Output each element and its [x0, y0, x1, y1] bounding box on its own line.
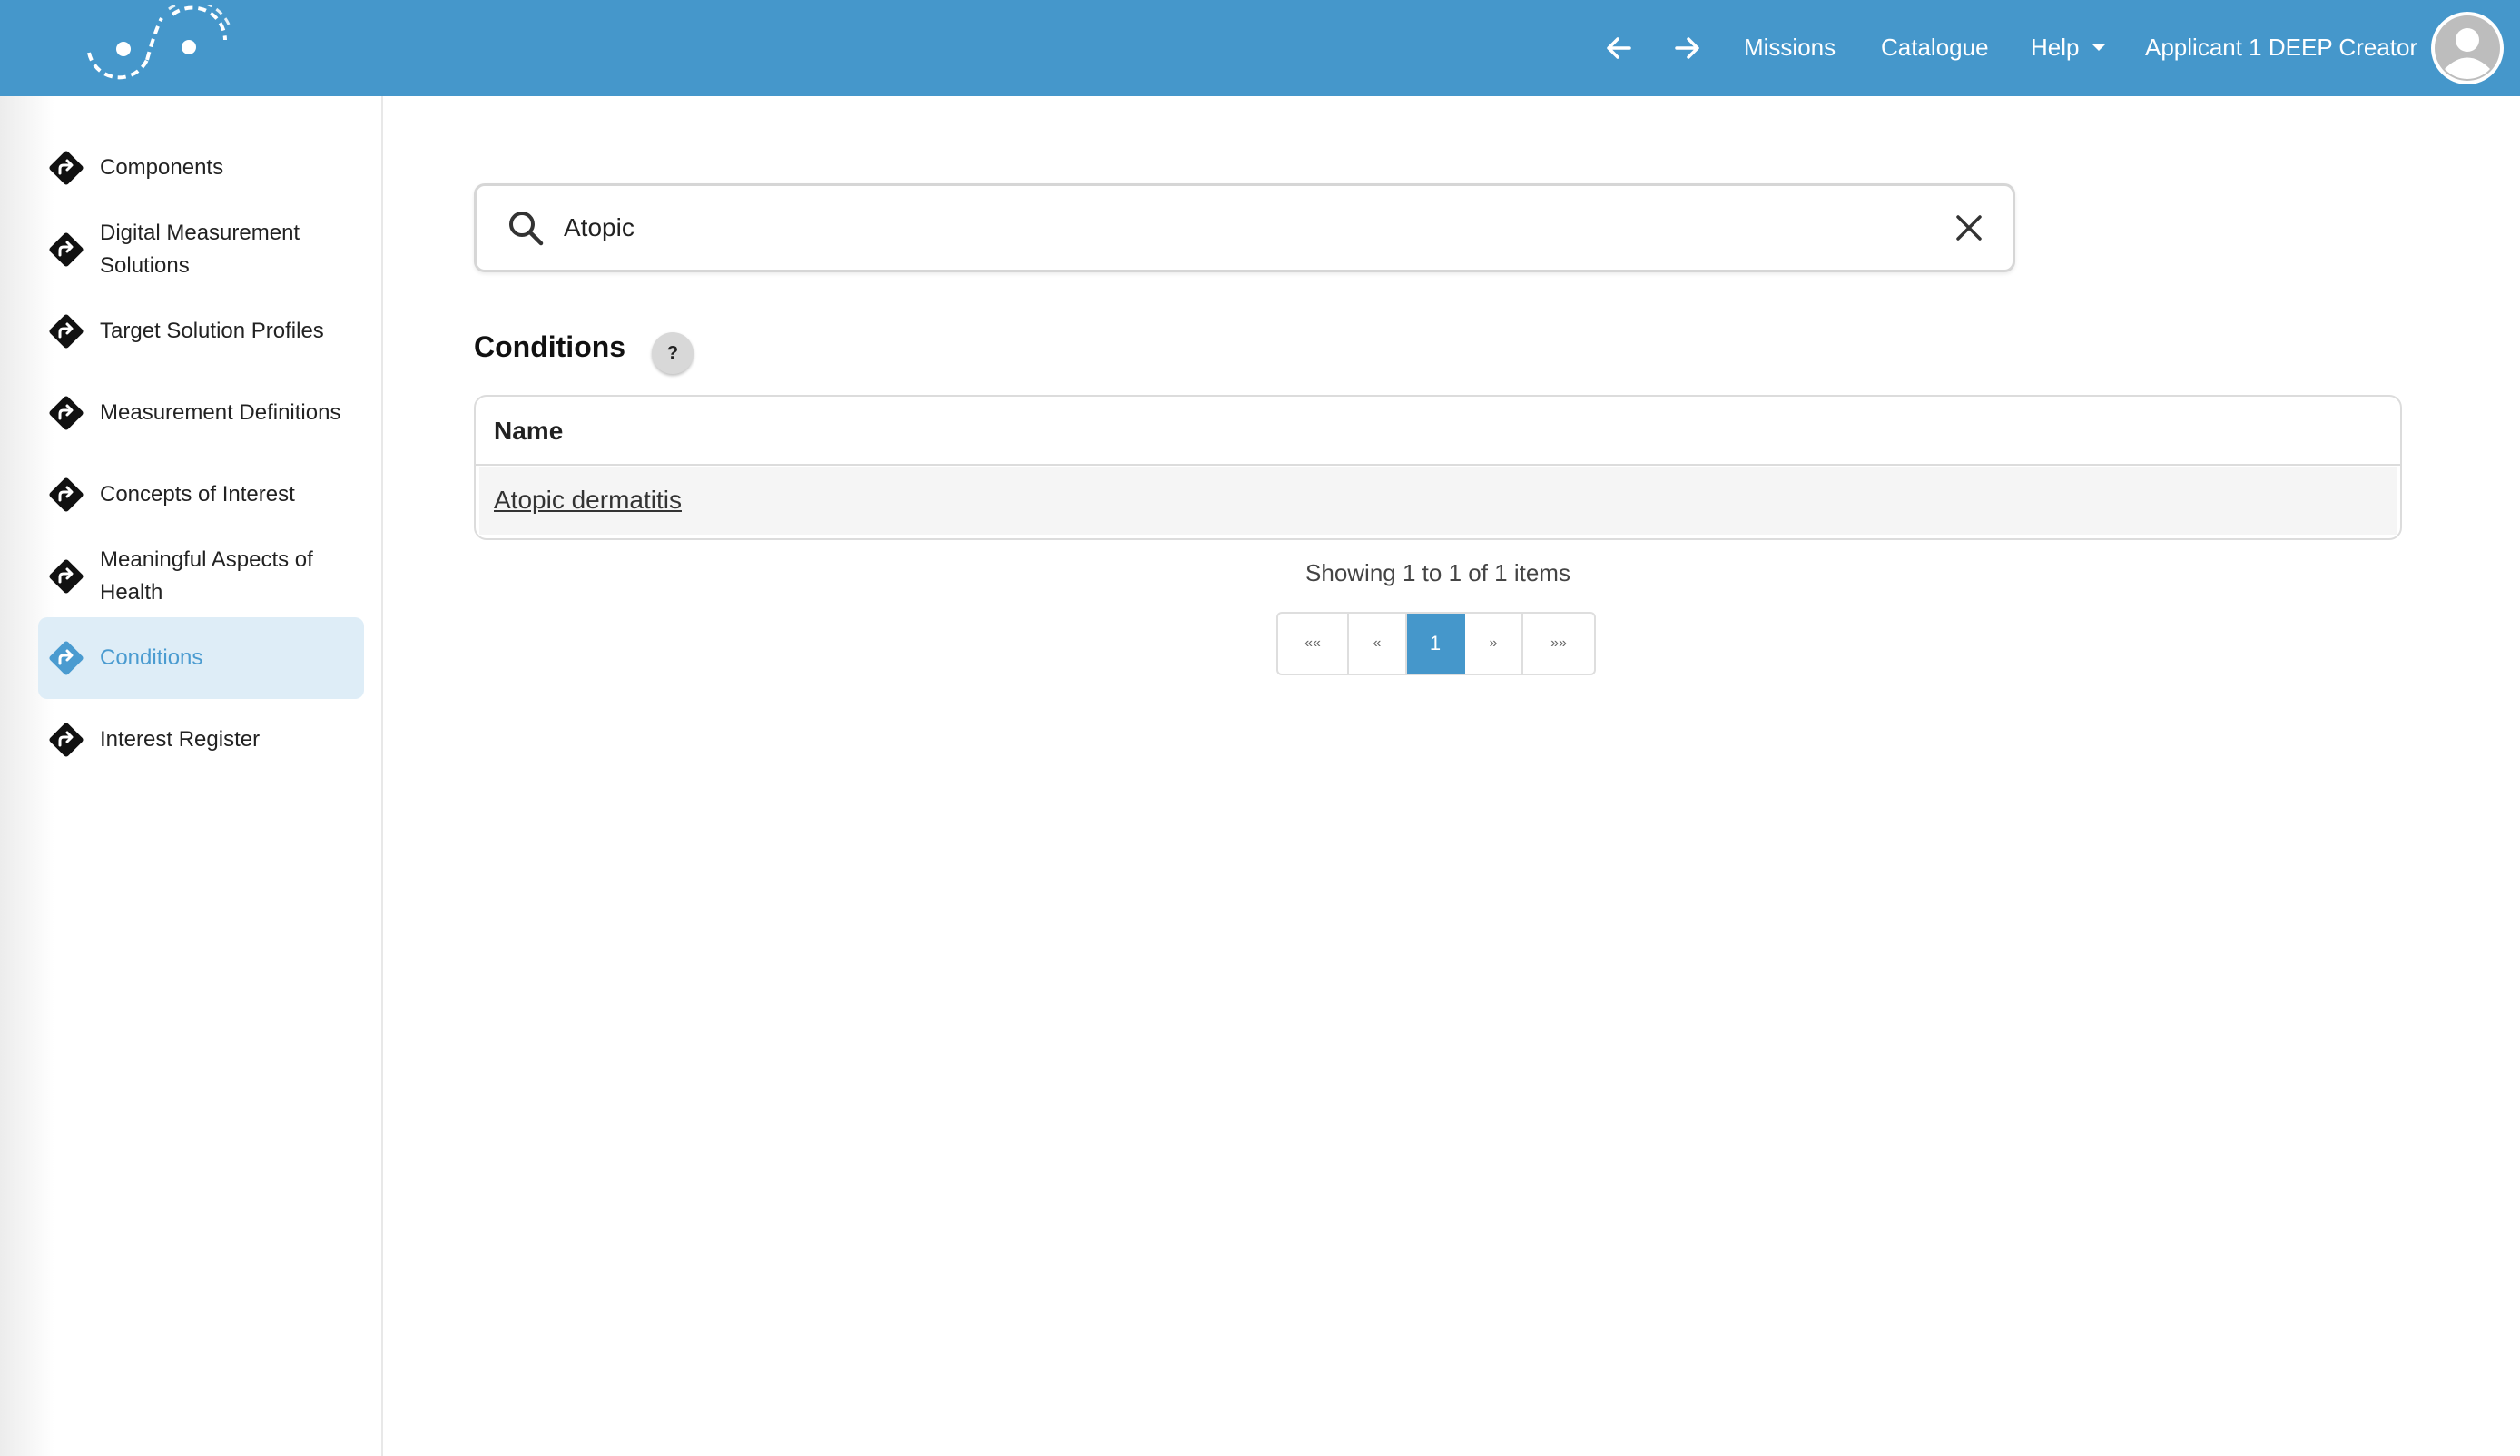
forward-button[interactable]: [1665, 25, 1710, 71]
condition-link[interactable]: Atopic dermatitis: [494, 486, 682, 515]
search-box: [474, 183, 2015, 272]
arrow-left-icon: [1607, 37, 1631, 59]
results-table: Name Atopic dermatitis: [474, 395, 2402, 540]
column-header-name: Name: [494, 417, 564, 445]
arrow-right-icon: [1675, 37, 1699, 59]
nav-help-dropdown[interactable]: Help: [2031, 27, 2107, 67]
pagination: «« « 1 » »»: [1276, 612, 1596, 675]
nav-help-label: Help: [2031, 34, 2080, 61]
page-prev-button[interactable]: «: [1349, 614, 1407, 674]
sidebar-item-label: Interest Register: [100, 727, 261, 752]
sidebar-item-conditions[interactable]: Conditions: [38, 617, 364, 699]
page-1-button[interactable]: 1: [1407, 614, 1465, 674]
user-avatar-icon: [2435, 15, 2500, 81]
top-navbar: Missions Catalogue Help Applicant 1 DEEP…: [0, 0, 2520, 96]
logo[interactable]: [82, 5, 236, 87]
sidebar-item-label: Conditions: [100, 645, 203, 670]
user-name[interactable]: Applicant 1 DEEP Creator: [2145, 27, 2417, 67]
directions-diamond-icon: [49, 396, 84, 430]
user-avatar[interactable]: [2431, 12, 2504, 84]
page-next-button[interactable]: »: [1465, 614, 1523, 674]
directions-diamond-icon: [49, 232, 84, 267]
sidebar-item-target-solution-profiles[interactable]: Target Solution Profiles: [38, 290, 364, 372]
sidebar-item-label: Components: [100, 155, 224, 180]
help-button[interactable]: ?: [652, 332, 694, 374]
table-header: Name: [476, 397, 2400, 466]
search-input[interactable]: [564, 204, 1907, 251]
back-button[interactable]: [1596, 25, 1641, 71]
nav-catalogue[interactable]: Catalogue: [1881, 27, 1989, 67]
sidebar-item-measurement-definitions[interactable]: Measurement Definitions: [38, 372, 364, 454]
sidebar-item-interest-register[interactable]: Interest Register: [38, 699, 364, 781]
directions-diamond-icon: [49, 641, 84, 675]
nav-missions[interactable]: Missions: [1744, 27, 1836, 67]
directions-diamond-icon: [49, 314, 84, 349]
table-row: Atopic dermatitis: [479, 467, 2397, 535]
chevron-down-icon: [2092, 44, 2107, 51]
section-title: Conditions: [474, 330, 626, 363]
directions-diamond-icon: [49, 723, 84, 757]
page-first-button[interactable]: ««: [1278, 614, 1349, 674]
sidebar-item-label: Digital Measurement Solutions: [100, 221, 300, 278]
sidebar-item-digital-measurement-solutions[interactable]: Digital Measurement Solutions: [38, 209, 364, 290]
page-last-button[interactable]: »»: [1523, 614, 1594, 674]
sidebar-item-label: Target Solution Profiles: [100, 319, 324, 343]
sidebar-item-label: Concepts of Interest: [100, 482, 295, 507]
close-icon[interactable]: [1951, 210, 1987, 246]
search-icon: [509, 212, 544, 246]
sidebar-item-concepts-of-interest[interactable]: Concepts of Interest: [38, 454, 364, 536]
directions-diamond-icon: [49, 477, 84, 512]
directions-diamond-icon: [49, 151, 84, 185]
sidebar-item-label: Measurement Definitions: [100, 400, 341, 425]
pagination-summary: Showing 1 to 1 of 1 items: [1305, 559, 1570, 586]
sidebar-item-components[interactable]: Components: [38, 127, 364, 209]
